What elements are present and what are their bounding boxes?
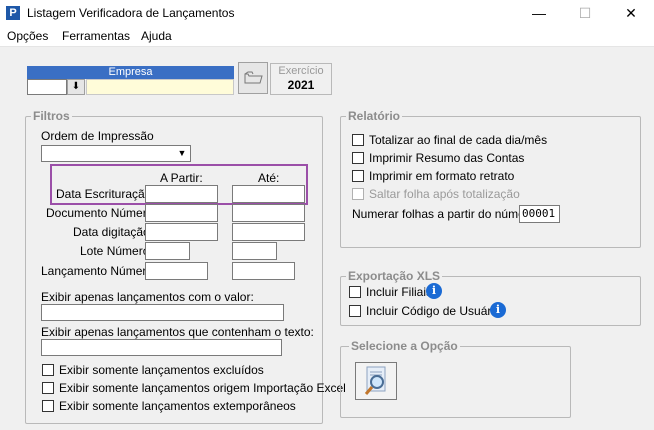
- exercicio-label: Exercício: [278, 65, 324, 77]
- valor-input[interactable]: [41, 304, 284, 321]
- menu-opcoes[interactable]: Opções: [7, 29, 48, 43]
- selecione-title: Selecione a Opção: [349, 339, 460, 353]
- lote-numero-label: Lote Número: [80, 244, 150, 258]
- extemporaneos-label: Exibir somente lançamentos extemporâneos: [59, 399, 296, 413]
- info-icon[interactable]: i: [426, 283, 442, 299]
- documento-numero-to[interactable]: [232, 204, 305, 222]
- importacao-excel-checkbox[interactable]: [42, 382, 54, 394]
- extemporaneos-checkbox[interactable]: [42, 400, 54, 412]
- magnifier-document-icon: [364, 366, 386, 395]
- maximize-button[interactable]: ☐: [562, 0, 608, 27]
- numerar-input[interactable]: 00001: [519, 205, 560, 223]
- info-icon[interactable]: i: [490, 302, 506, 318]
- app-icon: P: [6, 6, 20, 20]
- menu-ajuda[interactable]: Ajuda: [141, 29, 172, 43]
- formato-retrato-checkbox[interactable]: [352, 170, 364, 182]
- arrow-down-line-icon: ⬇: [71, 81, 81, 92]
- empresa-header: Empresa: [27, 66, 234, 79]
- ate-header: Até:: [258, 171, 280, 185]
- totalizar-checkbox[interactable]: [352, 134, 364, 146]
- resumo-contas-checkbox[interactable]: [352, 152, 364, 164]
- lancamento-numero-to[interactable]: [232, 262, 295, 280]
- data-escrituracao-to[interactable]: [232, 185, 305, 203]
- incluir-codigo-usuario-checkbox[interactable]: [349, 305, 361, 317]
- preview-report-button[interactable]: [355, 362, 397, 400]
- totalizar-label: Totalizar ao final de cada dia/mês: [369, 133, 548, 147]
- incluir-filiais-label: Incluir Filiais: [366, 285, 433, 299]
- chevron-down-icon: ▼: [175, 147, 189, 160]
- empresa-dropdown-button[interactable]: ⬇: [67, 79, 85, 95]
- relatorio-title: Relatório: [346, 109, 403, 123]
- open-folder-icon: [244, 71, 263, 84]
- data-digitacao-from[interactable]: [145, 223, 218, 241]
- resumo-contas-label: Imprimir Resumo das Contas: [369, 151, 525, 165]
- menu-ferramentas[interactable]: Ferramentas: [62, 29, 130, 43]
- ordem-select[interactable]: ▼: [41, 145, 191, 162]
- a-partir-header: A Partir:: [160, 171, 203, 185]
- minimize-button[interactable]: —: [516, 0, 562, 27]
- empresa-name-field: [86, 79, 234, 95]
- documento-numero-label: Documento Número: [46, 206, 154, 220]
- numerar-label: Numerar folhas a partir do número: [352, 207, 536, 221]
- data-escrituracao-from[interactable]: [145, 185, 218, 203]
- excluidos-checkbox[interactable]: [42, 364, 54, 376]
- importacao-excel-label: Exibir somente lançamentos origem Import…: [59, 381, 346, 395]
- incluir-filiais-checkbox[interactable]: [349, 286, 361, 298]
- exportacao-group: [340, 276, 641, 326]
- formato-retrato-label: Imprimir em formato retrato: [369, 169, 515, 183]
- exportacao-title: Exportação XLS: [346, 269, 443, 283]
- data-digitacao-to[interactable]: [232, 223, 305, 241]
- saltar-folha-label: Saltar folha após totalização: [369, 187, 520, 201]
- texto-label: Exibir apenas lançamentos que contenham …: [41, 325, 314, 339]
- lancamento-numero-label: Lançamento Número: [41, 264, 154, 278]
- window-title: Listagem Verificadora de Lançamentos: [27, 6, 235, 20]
- ordem-label: Ordem de Impressão: [41, 129, 154, 143]
- lancamento-numero-from[interactable]: [145, 262, 208, 280]
- empresa-code-input[interactable]: [27, 79, 67, 95]
- saltar-folha-checkbox: [352, 188, 364, 200]
- lote-numero-to[interactable]: [232, 242, 277, 260]
- excluidos-label: Exibir somente lançamentos excluídos: [59, 363, 264, 377]
- lote-numero-from[interactable]: [145, 242, 190, 260]
- data-digitacao-label: Data digitação: [73, 225, 150, 239]
- documento-numero-from[interactable]: [145, 204, 218, 222]
- close-button[interactable]: ✕: [608, 0, 654, 27]
- texto-input[interactable]: [41, 339, 282, 356]
- open-folder-button[interactable]: [238, 62, 268, 94]
- exercicio-value: 2021: [287, 78, 315, 92]
- valor-label: Exibir apenas lançamentos com o valor:: [41, 290, 254, 304]
- data-escrituracao-label: Data Escrituração: [56, 187, 152, 201]
- filtros-title: Filtros: [31, 109, 72, 123]
- incluir-codigo-usuario-label: Incluir Código de Usuário: [366, 304, 501, 318]
